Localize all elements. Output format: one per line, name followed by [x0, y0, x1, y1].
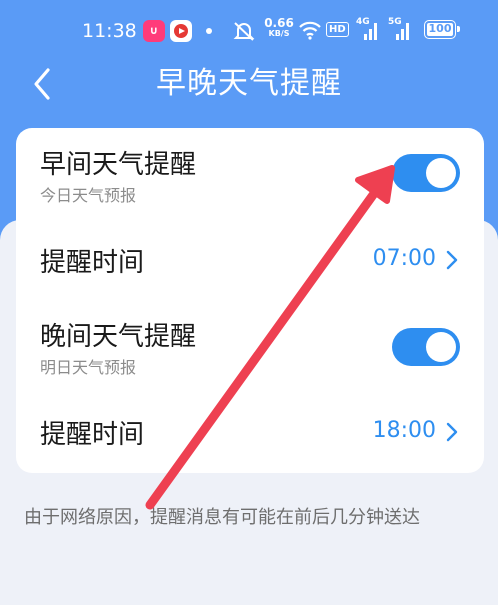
mute-bell-icon [233, 22, 255, 41]
chevron-right-icon [446, 422, 458, 442]
more-notifications-dot-icon [206, 28, 212, 34]
battery-level: 100 [428, 22, 452, 35]
morning-time-value: 07:00 [372, 246, 436, 271]
page-title: 早晚天气提醒 [156, 66, 342, 101]
morning-time-label: 提醒时间 [40, 248, 145, 278]
delivery-note: 由于网络原因，提醒消息有可能在前后几分钟送达 [24, 507, 420, 528]
evening-time-value: 18:00 [372, 418, 436, 443]
morning-reminder-row: 早间天气提醒 今日天气预报 [16, 128, 484, 216]
signal-4g-icon: 4G [356, 18, 380, 42]
morning-reminder-subtitle: 今日天气预报 [40, 186, 137, 205]
battery-cap [457, 26, 460, 32]
network-speed-unit: KB/S [268, 29, 290, 38]
toggle-knob [426, 158, 456, 188]
hd-voice-badge: HD [326, 22, 349, 37]
network-speed-value: 0.66 [264, 16, 294, 30]
signal-5g-label: 5G [388, 17, 402, 27]
wifi-icon [299, 21, 321, 40]
evening-time-row[interactable]: 提醒时间 18:00 [16, 390, 484, 473]
evening-time-label: 提醒时间 [40, 420, 145, 450]
evening-reminder-row: 晚间天气提醒 明日天气预报 [16, 302, 484, 390]
notification-app-icon: ∪ [143, 20, 165, 42]
toggle-knob [426, 332, 456, 362]
status-time: 11:38 [82, 20, 137, 42]
signal-4g-label: 4G [356, 17, 370, 27]
signal-5g-icon: 5G [388, 18, 412, 42]
morning-time-row[interactable]: 提醒时间 07:00 [16, 216, 484, 302]
settings-card: 早间天气提醒 今日天气预报 提醒时间 07:00 晚间天气提醒 明日天气预报 提… [16, 128, 484, 473]
chevron-right-icon [446, 250, 458, 270]
status-bar: 11:38 ∪ 0.66 KB/S HD 4G 5G 100 [0, 0, 498, 62]
network-speed: 0.66 KB/S [264, 17, 294, 38]
evening-reminder-subtitle: 明日天气预报 [40, 358, 137, 377]
notification-video-icon [170, 20, 192, 42]
evening-reminder-toggle[interactable] [392, 328, 460, 366]
evening-reminder-title: 晚间天气提醒 [40, 322, 197, 352]
morning-reminder-title: 早间天气提醒 [40, 150, 197, 180]
morning-reminder-toggle[interactable] [392, 154, 460, 192]
battery-icon: 100 [424, 20, 460, 39]
